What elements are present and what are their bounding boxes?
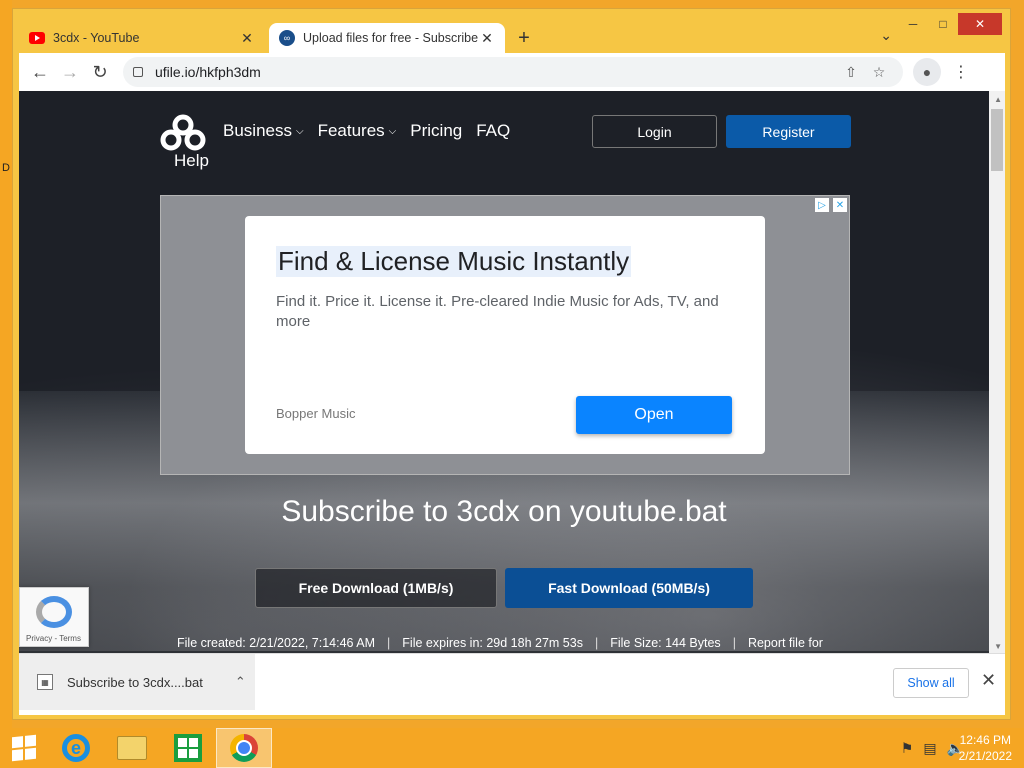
separator: | [387, 636, 391, 650]
free-download-button[interactable]: Free Download (1MB/s) [255, 568, 497, 608]
back-arrow-icon[interactable]: ← [25, 57, 55, 87]
desktop-strip [0, 0, 12, 728]
separator: | [732, 636, 736, 650]
register-button[interactable]: Register [726, 115, 851, 148]
browser-window: ─ □ ✕ 3cdx - YouTube ✕ ∞ Upload files fo… [12, 8, 1011, 720]
network-icon[interactable]: ▤ [923, 740, 936, 757]
lock-icon[interactable] [133, 67, 143, 77]
separator: | [594, 636, 599, 650]
download-item[interactable]: ▦ Subscribe to 3cdx....bat ⌃ [19, 654, 255, 710]
taskbar-internet-explorer[interactable]: e [48, 728, 104, 768]
chevron-down-icon: ⌵ [295, 125, 304, 137]
ufile-logo-icon[interactable] [159, 113, 207, 153]
ad-body: Find it. Price it. License it. Pre-clear… [276, 293, 719, 330]
show-all-button[interactable]: Show all [893, 668, 969, 698]
taskbar: e ⚑ ▤ 🔈 12:46 PM 2/21/2022 [0, 728, 1024, 768]
page-viewport: Help Business ⌵ Features ⌵ Pricing FAQ L… [19, 91, 1005, 653]
page-scrollbar[interactable]: ▲ ▼ [989, 91, 1005, 653]
store-icon [174, 734, 202, 762]
recaptcha-links[interactable]: Privacy - Terms [26, 634, 81, 643]
ad-headline[interactable]: Find & License Music Instantly [276, 246, 632, 277]
internet-explorer-icon: e [62, 734, 90, 762]
share-icon[interactable]: ⇧ [837, 64, 865, 81]
tab-title: 3cdx - YouTube [53, 31, 140, 45]
bookmark-star-icon[interactable]: ☆ [865, 64, 893, 81]
forward-arrow-icon[interactable]: → [55, 57, 85, 87]
recaptcha-icon [36, 596, 72, 628]
chrome-icon [230, 734, 258, 762]
ad-card[interactable]: Find & License Music Instantly Find it. … [245, 216, 765, 454]
download-filename[interactable]: Subscribe to 3cdx....bat [67, 675, 203, 690]
ad-banner[interactable]: ▷ ✕ Find & License Music Instantly Find … [160, 195, 850, 475]
tab-close-icon[interactable]: ✕ [239, 30, 255, 47]
recaptcha-badge[interactable]: Privacy - Terms [19, 587, 89, 647]
chevron-down-icon: ⌵ [388, 125, 397, 137]
tab-ufile[interactable]: ∞ Upload files for free - Subscribe ✕ [269, 23, 505, 53]
ad-info-icon[interactable]: ▷ [815, 198, 829, 212]
nav-features[interactable]: Features ⌵ [318, 121, 397, 141]
browser-toolbar: ← → ↻ ufile.io/hkfph3dm ⇧ ☆ ● ⋮ [19, 53, 1005, 91]
tab-title: Upload files for free - Subscribe [303, 31, 479, 45]
taskbar-store[interactable] [160, 728, 216, 768]
url-text[interactable]: ufile.io/hkfph3dm [155, 64, 837, 80]
file-icon: ▦ [37, 674, 53, 690]
nav-faq[interactable]: FAQ [476, 121, 510, 141]
ad-close-icon[interactable]: ✕ [833, 198, 847, 212]
maximize-button[interactable]: □ [928, 13, 958, 35]
folder-icon [117, 736, 147, 760]
browser-menu-icon[interactable]: ⋮ [947, 62, 975, 82]
system-tray: ⚑ ▤ 🔈 [901, 728, 964, 768]
file-size: File Size: 144 Bytes [610, 636, 721, 650]
youtube-icon [29, 32, 45, 44]
ad-choices: ▷ ✕ [815, 198, 847, 212]
scroll-down-arrow-icon[interactable]: ▼ [994, 642, 1002, 651]
tab-search-chevron-icon[interactable]: ⌄ [880, 27, 892, 44]
login-button[interactable]: Login [592, 115, 717, 148]
address-bar[interactable]: ufile.io/hkfph3dm ⇧ ☆ [123, 57, 903, 87]
desktop-icon-label: D [2, 162, 10, 174]
chevron-up-icon[interactable]: ⌃ [235, 674, 246, 690]
flag-icon[interactable]: ⚑ [901, 740, 914, 757]
file-info: File created: 2/21/2022, 7:14:46 AM | Fi… [177, 636, 823, 650]
ad-advertiser: Bopper Music [276, 406, 356, 421]
tab-close-icon[interactable]: ✕ [479, 30, 495, 47]
new-tab-button[interactable]: + [509, 23, 539, 53]
help-link[interactable]: Help [174, 151, 209, 171]
scroll-thumb[interactable] [991, 109, 1003, 171]
nav-business[interactable]: Business ⌵ [223, 121, 304, 141]
site-nav: Business ⌵ Features ⌵ Pricing FAQ [223, 121, 510, 141]
nav-features-label: Features [317, 121, 385, 140]
start-button[interactable] [0, 728, 48, 768]
download-bar: ▦ Subscribe to 3cdx....bat ⌃ Show all ✕ [19, 653, 1005, 715]
windows-logo-icon [12, 734, 36, 762]
reload-icon[interactable]: ↻ [85, 57, 115, 87]
tab-strip: 3cdx - YouTube ✕ ∞ Upload files for free… [19, 23, 919, 53]
file-created: File created: 2/21/2022, 7:14:46 AM [177, 636, 376, 650]
clock-date: 2/21/2022 [958, 749, 1012, 763]
close-window-button[interactable]: ✕ [958, 13, 1002, 35]
profile-avatar-icon[interactable]: ● [913, 58, 941, 86]
clock[interactable]: 12:46 PM 2/21/2022 [959, 732, 1012, 764]
nav-pricing[interactable]: Pricing [410, 121, 462, 141]
taskbar-chrome[interactable] [216, 728, 272, 768]
fast-download-button[interactable]: Fast Download (50MB/s) [505, 568, 753, 608]
download-bar-close-icon[interactable]: ✕ [981, 670, 996, 691]
page-title: Subscribe to 3cdx on youtube.bat [281, 495, 727, 528]
ad-open-button[interactable]: Open [576, 396, 732, 434]
file-expires: File expires in: 29d 18h 27m 53s [402, 636, 583, 650]
tab-youtube[interactable]: 3cdx - YouTube ✕ [19, 23, 265, 53]
nav-business-label: Business [223, 121, 292, 140]
clock-time: 12:46 PM [959, 733, 1011, 747]
scroll-up-arrow-icon[interactable]: ▲ [994, 95, 1002, 104]
taskbar-file-explorer[interactable] [104, 728, 160, 768]
ufile-icon: ∞ [279, 30, 295, 46]
report-file-link[interactable]: Report file for [748, 636, 823, 650]
